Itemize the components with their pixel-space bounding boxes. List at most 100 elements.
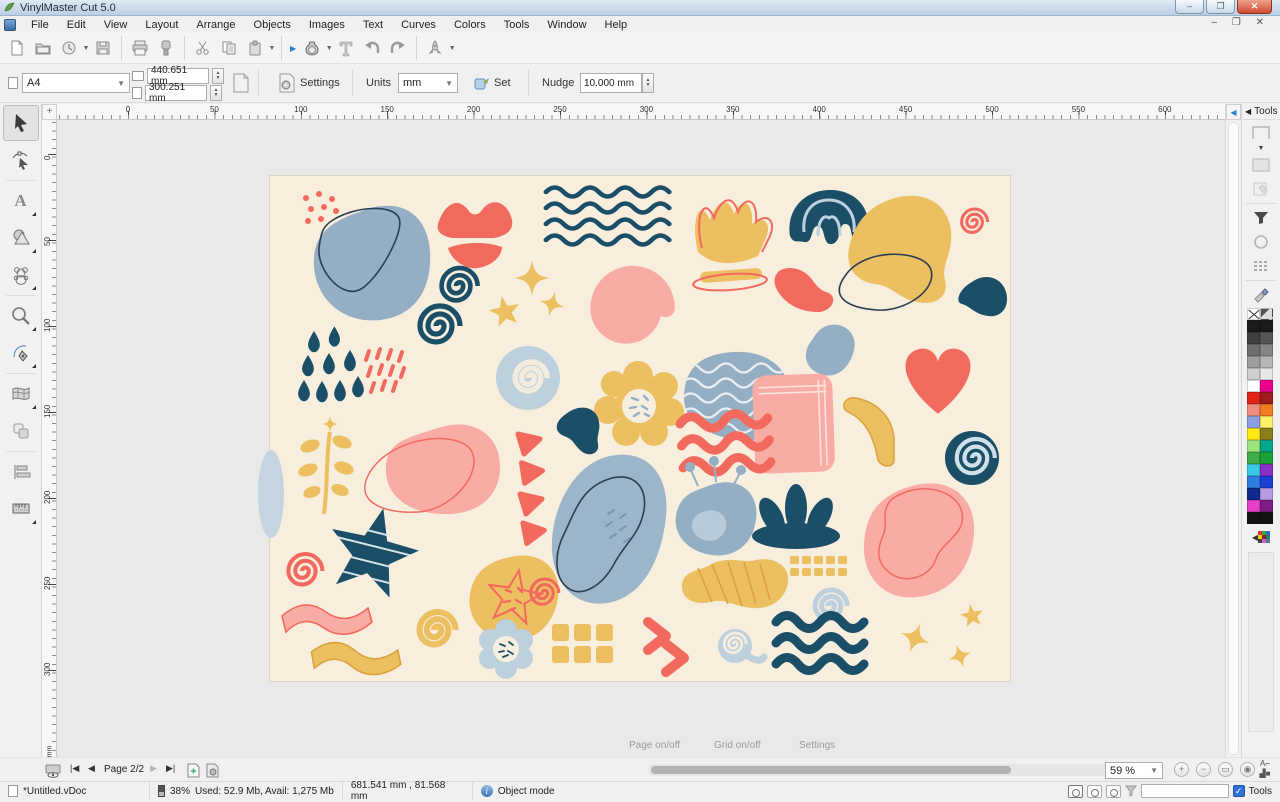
close-button[interactable]: ✕	[1237, 0, 1272, 14]
page-preview-button[interactable]	[44, 761, 62, 779]
color-swatch[interactable]	[1260, 440, 1273, 452]
duplicate-tool[interactable]	[3, 413, 39, 449]
color-swatch[interactable]	[1247, 488, 1260, 500]
grid-toggle[interactable]: Grid on/off	[714, 740, 761, 751]
weed-dropdown-arrow[interactable]: ▼	[325, 35, 333, 61]
filter-icon[interactable]	[1125, 785, 1137, 797]
add-page-button[interactable]	[184, 761, 202, 779]
menu-text[interactable]: Text	[354, 18, 392, 32]
color-swatch[interactable]	[1260, 452, 1273, 464]
color-swatch[interactable]	[1260, 344, 1273, 356]
color-swatch[interactable]	[1260, 380, 1273, 392]
width-spinner[interactable]: ▲▼	[212, 68, 224, 84]
color-swatch[interactable]	[1247, 356, 1260, 368]
height-spinner[interactable]: ▲▼	[210, 85, 222, 101]
show-outlines-button[interactable]	[1087, 785, 1102, 798]
page-options-button[interactable]	[1247, 178, 1275, 200]
next-page-button[interactable]: ▶	[150, 763, 157, 774]
measure-tool[interactable]	[3, 491, 39, 527]
paste-button[interactable]	[242, 35, 268, 61]
page-preset-combo[interactable]: A4▼	[22, 73, 130, 93]
color-swatch[interactable]	[1260, 488, 1273, 500]
color-swatch[interactable]	[1247, 344, 1260, 356]
menu-layout[interactable]: Layout	[136, 18, 187, 32]
units-combo[interactable]: mm▼	[398, 73, 458, 93]
draw-tool[interactable]	[3, 335, 39, 371]
fill-tool-button[interactable]	[1247, 207, 1275, 229]
menu-colors[interactable]: Colors	[445, 18, 495, 32]
document-canvas[interactable]	[270, 176, 1010, 681]
menu-window[interactable]: Window	[538, 18, 595, 32]
prev-page-button[interactable]: ◀	[88, 763, 95, 774]
print-button[interactable]	[127, 35, 153, 61]
first-page-button[interactable]: |◀	[70, 763, 79, 774]
color-swatch[interactable]	[1260, 320, 1273, 332]
backup-dropdown-arrow[interactable]: ▼	[82, 35, 90, 61]
shapes-tool[interactable]	[3, 220, 39, 256]
undo-button[interactable]	[359, 35, 385, 61]
page-height-field[interactable]: 300.251 mm	[145, 85, 207, 101]
color-swatch[interactable]	[1260, 500, 1273, 512]
tools-checkbox[interactable]: ✓	[1233, 785, 1245, 797]
zoom-out-button[interactable]: −	[1196, 762, 1211, 777]
eyedropper-button[interactable]	[1247, 284, 1275, 306]
color-swatch[interactable]	[1247, 476, 1260, 488]
fill-swatch[interactable]	[1260, 308, 1273, 320]
color-swatch[interactable]	[1247, 392, 1260, 404]
page-down-button[interactable]	[1247, 154, 1275, 176]
color-swatch[interactable]	[1247, 332, 1260, 344]
page-up-button[interactable]	[1247, 122, 1275, 144]
corner-tools[interactable]: A⌐▟■	[1252, 759, 1278, 779]
color-swatch[interactable]	[1247, 428, 1260, 440]
settings-button[interactable]: Settings	[272, 71, 346, 95]
blank-page-button[interactable]	[226, 71, 256, 95]
panel-collapse-icon[interactable]: ◀	[1245, 107, 1251, 116]
copy-button[interactable]	[216, 35, 242, 61]
color-swatch[interactable]	[1260, 368, 1273, 380]
menu-view[interactable]: View	[95, 18, 137, 32]
color-swatch[interactable]	[1260, 512, 1273, 524]
color-swatch[interactable]	[1247, 512, 1260, 524]
nudge-field[interactable]: 10.000 mm	[580, 73, 642, 93]
save-button[interactable]	[90, 35, 116, 61]
vertical-ruler[interactable]: mm050100150200250300	[42, 120, 57, 757]
color-swatch[interactable]	[1260, 356, 1273, 368]
menu-arrange[interactable]: Arrange	[187, 18, 244, 32]
show-preview-button[interactable]	[1106, 785, 1121, 798]
horizontal-ruler[interactable]: 050100150200250300350400450500550600	[57, 104, 1225, 120]
page-toggle[interactable]: Page on/off	[629, 740, 680, 751]
paste-dropdown-arrow[interactable]: ▼	[268, 35, 276, 61]
menu-images[interactable]: Images	[300, 18, 354, 32]
menu-curves[interactable]: Curves	[392, 18, 445, 32]
toolbar-overflow-icon[interactable]: ▶	[290, 44, 296, 53]
document-view[interactable]: Page on/off Grid on/off Settings	[57, 120, 1225, 757]
horizontal-scroll-thumb[interactable]	[651, 766, 1011, 774]
zoom-page-button[interactable]: ▭	[1218, 762, 1233, 777]
color-swatch[interactable]	[1247, 368, 1260, 380]
color-swatch[interactable]	[1260, 464, 1273, 476]
dash-style-button[interactable]	[1247, 255, 1275, 277]
open-document-button[interactable]	[30, 35, 56, 61]
horizontal-scrollbar[interactable]	[648, 764, 1148, 776]
zoom-tool[interactable]	[3, 298, 39, 334]
color-swatch[interactable]	[1247, 416, 1260, 428]
maximize-button[interactable]: ❐	[1206, 0, 1235, 14]
outline-tool-button[interactable]	[1247, 231, 1275, 253]
minimize-button[interactable]: –	[1175, 0, 1204, 14]
zoom-level-combo[interactable]: 59 %▼	[1105, 762, 1163, 779]
color-swatch[interactable]	[1247, 452, 1260, 464]
color-swatch[interactable]	[1247, 500, 1260, 512]
menu-file[interactable]: File	[22, 18, 58, 32]
new-document-button[interactable]	[4, 35, 30, 61]
vertical-scroll-track[interactable]	[1228, 122, 1239, 755]
color-swatch[interactable]	[1247, 404, 1260, 416]
nudge-spinner[interactable]: ▲▼	[642, 73, 654, 93]
weed-tool-button[interactable]	[299, 35, 325, 61]
vertical-scrollbar[interactable]: ◀	[1225, 104, 1241, 757]
last-page-button[interactable]: ▶|	[166, 763, 175, 774]
view-settings[interactable]: Settings	[799, 740, 835, 751]
cut-button[interactable]	[190, 35, 216, 61]
menu-help[interactable]: Help	[596, 18, 637, 32]
page-settings-button[interactable]	[204, 761, 222, 779]
color-swatch[interactable]	[1260, 332, 1273, 344]
